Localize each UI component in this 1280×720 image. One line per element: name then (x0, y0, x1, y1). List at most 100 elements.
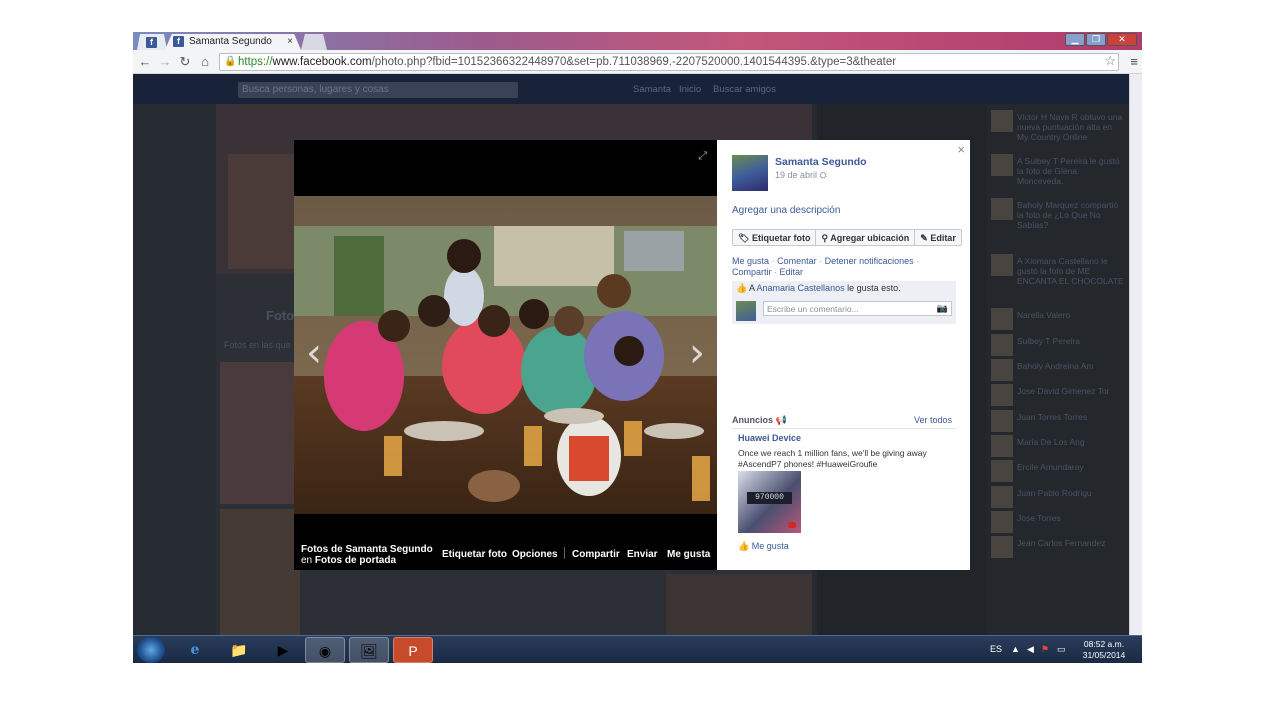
home-icon[interactable]: ⌂ (197, 54, 213, 69)
show-hidden-icons-icon[interactable]: ▲ (1011, 644, 1020, 654)
page-scrollbar[interactable] (1129, 74, 1142, 635)
ticker-sidebar: Victor H Nava R obtuvo una nueva puntuac… (987, 104, 1129, 635)
close-icon[interactable]: × (957, 142, 965, 157)
tag-icon: 🏷 (738, 233, 750, 243)
options-button[interactable]: Opciones (512, 549, 558, 560)
facebook-search-input[interactable]: Busca personas, lugares y cosas (238, 82, 518, 98)
new-tab-button[interactable] (301, 34, 327, 50)
address-bar[interactable]: 🔒 https://www.facebook.com/photo.php?fbid… (219, 53, 1119, 71)
next-photo-icon[interactable]: › (689, 330, 705, 376)
thumbs-up-icon: 👍 (738, 541, 750, 551)
system-clock[interactable]: 08:52 a.m. 31/05/2014 (1079, 639, 1129, 661)
internet-explorer-icon[interactable]: e (175, 637, 215, 663)
facebook-icon: f (146, 37, 157, 48)
avatar[interactable] (732, 155, 768, 191)
clock-date: 31/05/2014 (1082, 650, 1126, 660)
fullscreen-icon[interactable]: ⤢ (698, 150, 707, 163)
back-icon[interactable]: ← (137, 54, 153, 69)
fb-nav-find-friends[interactable]: Buscar amigos (713, 84, 776, 95)
avatar (736, 301, 756, 321)
edit-button[interactable]: ✎ Editar (915, 230, 961, 245)
like-link[interactable]: Me gusta (732, 256, 769, 266)
file-explorer-icon[interactable]: 📁 (219, 637, 259, 663)
ad-like-link[interactable]: 👍 Me gusta (738, 541, 789, 552)
divider (732, 428, 956, 429)
pin-icon: ⚲ (821, 233, 829, 243)
ad-like-label: Me gusta (751, 541, 789, 551)
share-button[interactable]: Compartir (572, 549, 620, 560)
clock-time: 08:52 a.m. (1083, 639, 1125, 649)
album-name: en Fotos de portada (301, 555, 396, 566)
chrome-menu-icon[interactable]: ≡ (1130, 54, 1138, 69)
photo-image (294, 196, 717, 514)
separator: · (771, 256, 775, 266)
fb-nav-home[interactable]: Inicio (679, 84, 701, 95)
album-link[interactable]: Fotos de portada (315, 555, 396, 566)
url-scheme: https:// (238, 56, 273, 68)
audience-icon[interactable]: ⛭ (820, 170, 827, 180)
edit-label: Editar (930, 233, 956, 243)
pencil-icon: ✎ (920, 233, 928, 243)
photo-thumb[interactable] (666, 574, 812, 635)
avatar (991, 198, 1013, 220)
close-window-button[interactable]: ✕ (1107, 33, 1137, 46)
liker-link[interactable]: Anamaria Castellanos (757, 283, 845, 293)
forward-icon[interactable]: → (157, 54, 173, 69)
action-center-flag-icon[interactable]: ⚑ (1041, 644, 1049, 655)
edit-link[interactable]: Editar (780, 267, 804, 277)
tab-samanta-segundo[interactable]: f Samanta Segundo × (165, 34, 301, 50)
avatar (991, 460, 1013, 482)
comment-link[interactable]: Comentar (777, 256, 817, 266)
avatar (991, 110, 1013, 132)
photo-viewer-icon[interactable]: 🖼 (349, 637, 389, 663)
profile-picture (228, 154, 298, 269)
tab-close-icon[interactable]: × (287, 36, 293, 47)
add-location-button[interactable]: ⚲ Agregar ubicación (816, 230, 916, 245)
maximize-button[interactable]: ❐ (1086, 33, 1106, 46)
media-player-icon[interactable]: ▶ (263, 637, 303, 663)
separator: · (819, 256, 823, 266)
album-owner-link[interactable]: Fotos de Samanta Segundo (301, 544, 433, 555)
add-description-link[interactable]: Agregar una descripción (732, 205, 840, 216)
photo-stage: ⤢ ‹ › Fotos de Samanta Segundo en Fotos … (294, 140, 717, 570)
tab-facebook-pinned[interactable]: f (137, 34, 167, 50)
stop-notifications-link[interactable]: Detener notificaciones (825, 256, 914, 266)
browser-title-bar: f f Samanta Segundo × ▁ ❐ ✕ (133, 32, 1142, 50)
post-date[interactable]: 19 de abril ⛭ (775, 170, 827, 181)
ads-heading-text: Anuncios (732, 415, 774, 425)
separator: · (916, 256, 920, 266)
ad-body: Once we reach 1 million fans, we'll be g… (738, 448, 927, 469)
photo-thumb[interactable] (220, 509, 300, 635)
comment-placeholder: Escribe un comentario... (767, 304, 859, 314)
camera-icon[interactable]: 📷 (937, 303, 948, 314)
group-photo[interactable] (294, 196, 717, 514)
share-link[interactable]: Compartir (732, 267, 772, 277)
reload-icon[interactable]: ↻ (177, 54, 193, 70)
photo-side-panel: × Samanta Segundo 19 de abril ⛭ Agregar … (717, 140, 970, 570)
avatar (991, 511, 1013, 533)
language-indicator[interactable]: ES (990, 644, 1002, 654)
tag-photo-button[interactable]: Etiquetar foto (442, 549, 507, 560)
album-in-label: en (301, 555, 313, 566)
photo-footer: Fotos de Samanta Segundo en Fotos de por… (301, 544, 711, 568)
previous-photo-icon[interactable]: ‹ (306, 330, 322, 376)
minimize-button[interactable]: ▁ (1065, 33, 1085, 46)
like-button[interactable]: Me gusta (667, 549, 710, 560)
avatar (991, 536, 1013, 558)
chrome-taskbar-icon[interactable]: ◉ (305, 637, 345, 663)
ad-image[interactable]: 970000 (738, 471, 801, 533)
volume-icon[interactable]: ◀ (1027, 644, 1034, 655)
start-button[interactable] (137, 637, 165, 663)
owner-name-link[interactable]: Samanta Segundo (775, 156, 867, 168)
tag-photo-panel-button[interactable]: 🏷 Etiquetar foto (733, 230, 817, 245)
comment-input[interactable]: Escribe un comentario... 📷 (763, 301, 952, 316)
network-icon[interactable]: ▭ (1057, 644, 1066, 655)
browser-toolbar: ← → ↻ ⌂ 🔒 https://www.facebook.com/photo.… (133, 50, 1142, 74)
photo-thumb[interactable] (220, 362, 300, 504)
bookmark-star-icon[interactable]: ☆ (1104, 53, 1116, 69)
fb-nav-profile[interactable]: Samanta (633, 84, 671, 95)
ad-title-link[interactable]: Huawei Device (738, 433, 801, 443)
powerpoint-icon[interactable]: P (393, 637, 433, 663)
send-button[interactable]: Enviar (627, 549, 658, 560)
see-all-ads-link[interactable]: Ver todos (914, 415, 952, 425)
